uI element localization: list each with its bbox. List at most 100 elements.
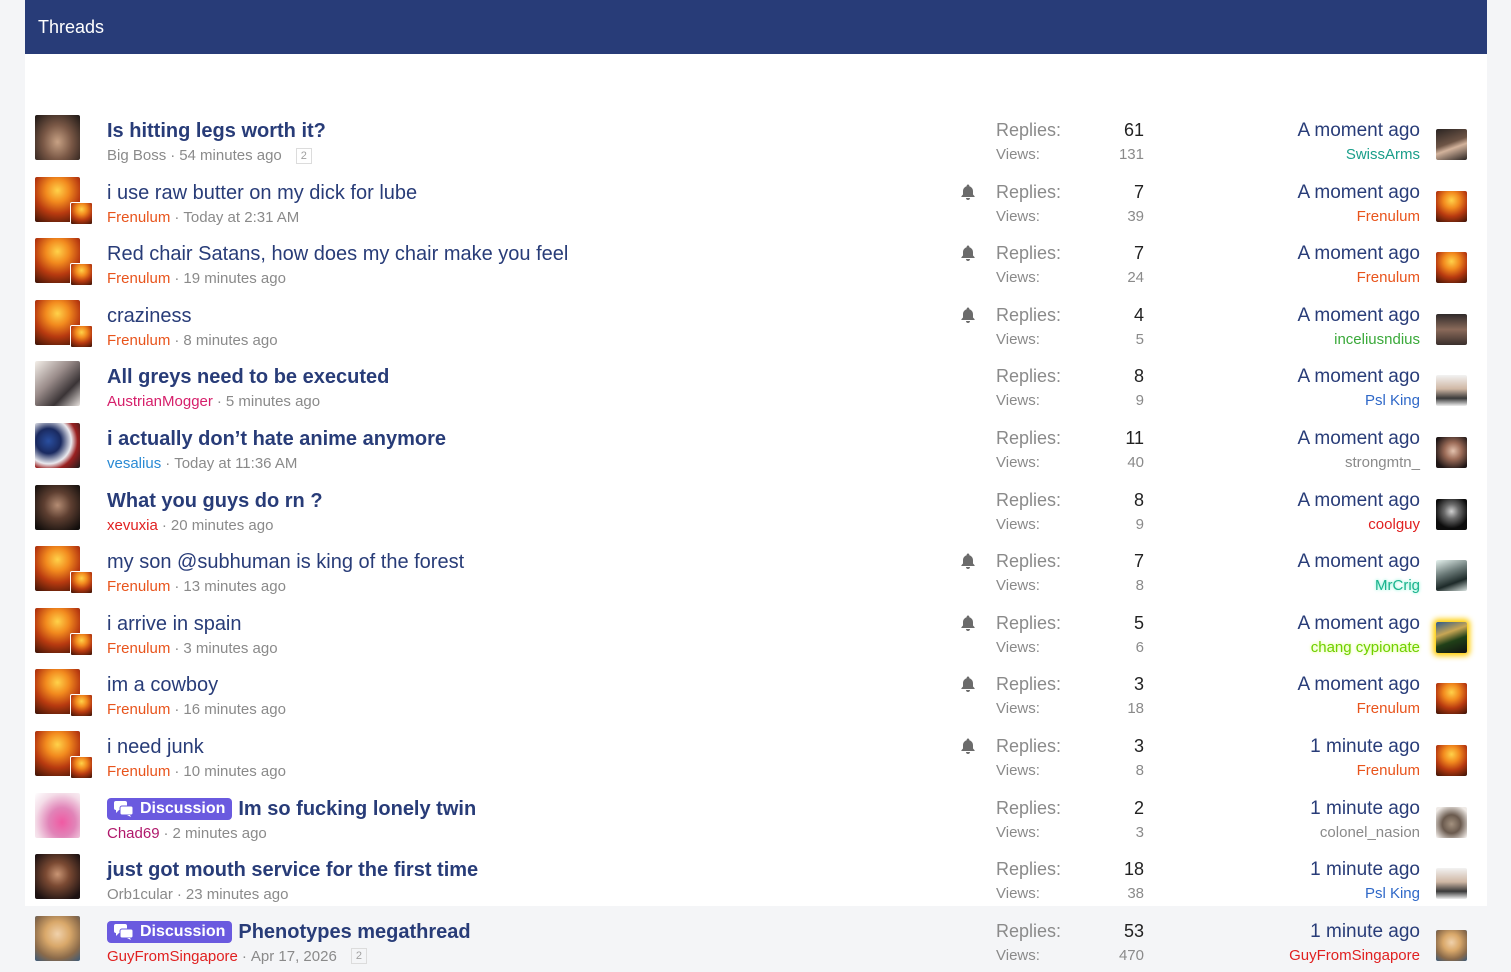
thread-title-link[interactable]: i use raw butter on my dick for lube	[107, 182, 417, 205]
thread-row[interactable]: i arrive in spain Frenulum · 3 minutes a…	[25, 603, 1487, 664]
author-avatar[interactable]	[35, 915, 80, 961]
thread-start-time[interactable]: Apr 17, 2026	[251, 948, 337, 965]
last-post-time-link[interactable]: 1 minute ago	[1310, 798, 1420, 820]
last-poster-link[interactable]: GuyFromSingapore	[1289, 947, 1420, 964]
last-poster-avatar[interactable]	[1436, 129, 1467, 160]
last-post-time-link[interactable]: A moment ago	[1297, 366, 1420, 388]
author-avatar[interactable]	[35, 361, 80, 407]
thread-title-link[interactable]: my son @subhuman is king of the forest	[107, 551, 464, 574]
last-poster-link[interactable]: Frenulum	[1357, 269, 1420, 286]
thread-author-link[interactable]: Frenulum	[107, 640, 170, 657]
last-poster-avatar[interactable]	[1436, 745, 1467, 776]
thread-row[interactable]: What you guys do rn ? xevuxia · 20 minut…	[25, 480, 1487, 541]
last-poster-link[interactable]: Psl King	[1365, 885, 1420, 902]
thread-title-link[interactable]: Phenotypes megathread	[238, 921, 470, 944]
last-poster-avatar[interactable]	[1436, 868, 1467, 900]
thread-row[interactable]: im a cowboy Frenulum · 16 minutes ago Re…	[25, 664, 1487, 725]
thread-start-time[interactable]: 13 minutes ago	[183, 578, 286, 595]
thread-author-link[interactable]: Frenulum	[107, 578, 170, 595]
last-poster-avatar[interactable]	[1436, 929, 1467, 961]
last-poster-avatar[interactable]	[1436, 313, 1467, 345]
thread-row[interactable]: just got mouth service for the first tim…	[25, 849, 1487, 910]
last-poster-link[interactable]: inceliusndius	[1334, 331, 1420, 348]
last-poster-avatar[interactable]	[1436, 560, 1467, 592]
last-poster-link[interactable]: chang cypionate	[1311, 639, 1420, 656]
thread-title-link[interactable]: i need junk	[107, 736, 204, 759]
last-poster-link[interactable]: Frenulum	[1357, 762, 1420, 779]
thread-title-link[interactable]: im a cowboy	[107, 674, 218, 697]
thread-start-time[interactable]: Today at 11:36 AM	[174, 455, 297, 472]
thread-title-link[interactable]: Im so fucking lonely twin	[238, 798, 476, 821]
thread-start-time[interactable]: 5 minutes ago	[226, 393, 320, 410]
bell-icon[interactable]	[959, 675, 977, 693]
thread-start-time[interactable]: 16 minutes ago	[183, 701, 286, 718]
thread-author-link[interactable]: Frenulum	[107, 209, 170, 226]
last-poster-mini-avatar[interactable]	[70, 571, 93, 595]
thread-row[interactable]: All greys need to be executed AustrianMo…	[25, 356, 1487, 417]
last-post-time-link[interactable]: A moment ago	[1297, 120, 1420, 142]
last-poster-mini-avatar[interactable]	[70, 632, 93, 656]
thread-row[interactable]: Red chair Satans, how does my chair make…	[25, 233, 1487, 294]
discussion-prefix-badge[interactable]: Discussion	[107, 798, 233, 821]
thread-start-time[interactable]: 23 minutes ago	[186, 886, 289, 903]
last-post-time-link[interactable]: 1 minute ago	[1310, 921, 1420, 943]
thread-start-time[interactable]: 19 minutes ago	[183, 270, 286, 287]
last-post-time-link[interactable]: 1 minute ago	[1310, 736, 1420, 758]
bell-icon[interactable]	[959, 244, 977, 262]
thread-start-time[interactable]: 54 minutes ago	[179, 147, 282, 164]
thread-author-link[interactable]: GuyFromSingapore	[107, 948, 238, 965]
last-poster-link[interactable]: SwissArms	[1346, 146, 1420, 163]
last-poster-mini-avatar[interactable]	[70, 756, 93, 779]
bell-icon[interactable]	[959, 614, 977, 632]
last-poster-avatar[interactable]	[1436, 252, 1467, 284]
last-post-time-link[interactable]: A moment ago	[1297, 674, 1420, 696]
bell-icon[interactable]	[959, 183, 977, 201]
bell-icon[interactable]	[959, 306, 977, 324]
thread-start-time[interactable]: 8 minutes ago	[183, 332, 277, 349]
thread-start-time[interactable]: Today at 2:31 AM	[183, 209, 299, 226]
discussion-prefix-badge[interactable]: Discussion	[107, 921, 233, 944]
author-avatar[interactable]	[35, 854, 80, 900]
last-poster-link[interactable]: Frenulum	[1357, 208, 1420, 225]
page-jump-link[interactable]: 2	[295, 147, 312, 164]
thread-author-link[interactable]: AustrianMogger	[107, 393, 213, 410]
thread-start-time[interactable]: 3 minutes ago	[183, 640, 277, 657]
last-poster-mini-avatar[interactable]	[70, 263, 93, 287]
thread-row[interactable]: i actually don’t hate anime anymore vesa…	[25, 418, 1487, 479]
thread-author-link[interactable]: Frenulum	[107, 763, 170, 780]
last-poster-link[interactable]: strongmtn_	[1345, 454, 1420, 471]
author-avatar[interactable]	[35, 423, 80, 468]
last-poster-mini-avatar[interactable]	[70, 324, 93, 348]
last-poster-mini-avatar[interactable]	[70, 694, 93, 718]
page-jump-link[interactable]: 2	[350, 948, 367, 965]
last-post-time-link[interactable]: A moment ago	[1297, 551, 1420, 573]
thread-row[interactable]: i need junk Frenulum · 10 minutes ago Re…	[25, 726, 1487, 787]
thread-title-link[interactable]: All greys need to be executed	[107, 366, 389, 389]
last-poster-avatar[interactable]	[1436, 683, 1467, 715]
last-poster-link[interactable]: coolguy	[1368, 516, 1420, 533]
last-post-time-link[interactable]: 1 minute ago	[1310, 859, 1420, 881]
last-post-time-link[interactable]: A moment ago	[1297, 613, 1420, 635]
thread-title-link[interactable]: Red chair Satans, how does my chair make…	[107, 243, 568, 266]
last-poster-avatar[interactable]	[1436, 806, 1467, 838]
thread-author-link[interactable]: Frenulum	[107, 332, 170, 349]
thread-author-link[interactable]: Frenulum	[107, 270, 170, 287]
thread-title-link[interactable]: What you guys do rn ?	[107, 490, 323, 513]
thread-author-link[interactable]: Frenulum	[107, 701, 170, 718]
last-poster-avatar[interactable]	[1436, 498, 1467, 530]
thread-title-link[interactable]: i actually don’t hate anime anymore	[107, 428, 446, 451]
last-poster-link[interactable]: Frenulum	[1357, 700, 1420, 717]
thread-row[interactable]: Discussion Phenotypes megathread GuyFrom…	[25, 911, 1487, 972]
last-poster-avatar[interactable]	[1436, 375, 1467, 407]
last-poster-avatar[interactable]	[1436, 621, 1467, 653]
thread-author-link[interactable]: Big Boss	[107, 147, 166, 164]
bell-icon[interactable]	[959, 552, 977, 570]
last-post-time-link[interactable]: A moment ago	[1297, 182, 1420, 204]
last-poster-link[interactable]: colonel_nasion	[1320, 824, 1420, 841]
thread-row[interactable]: Discussion Im so fucking lonely twin Cha…	[25, 788, 1487, 849]
thread-title-link[interactable]: craziness	[107, 305, 191, 328]
bell-icon[interactable]	[959, 737, 977, 755]
thread-row[interactable]: Is hitting legs worth it? Big Boss · 54 …	[25, 110, 1487, 171]
thread-start-time[interactable]: 20 minutes ago	[171, 517, 274, 534]
thread-row[interactable]: craziness Frenulum · 8 minutes ago Repli…	[25, 295, 1487, 356]
